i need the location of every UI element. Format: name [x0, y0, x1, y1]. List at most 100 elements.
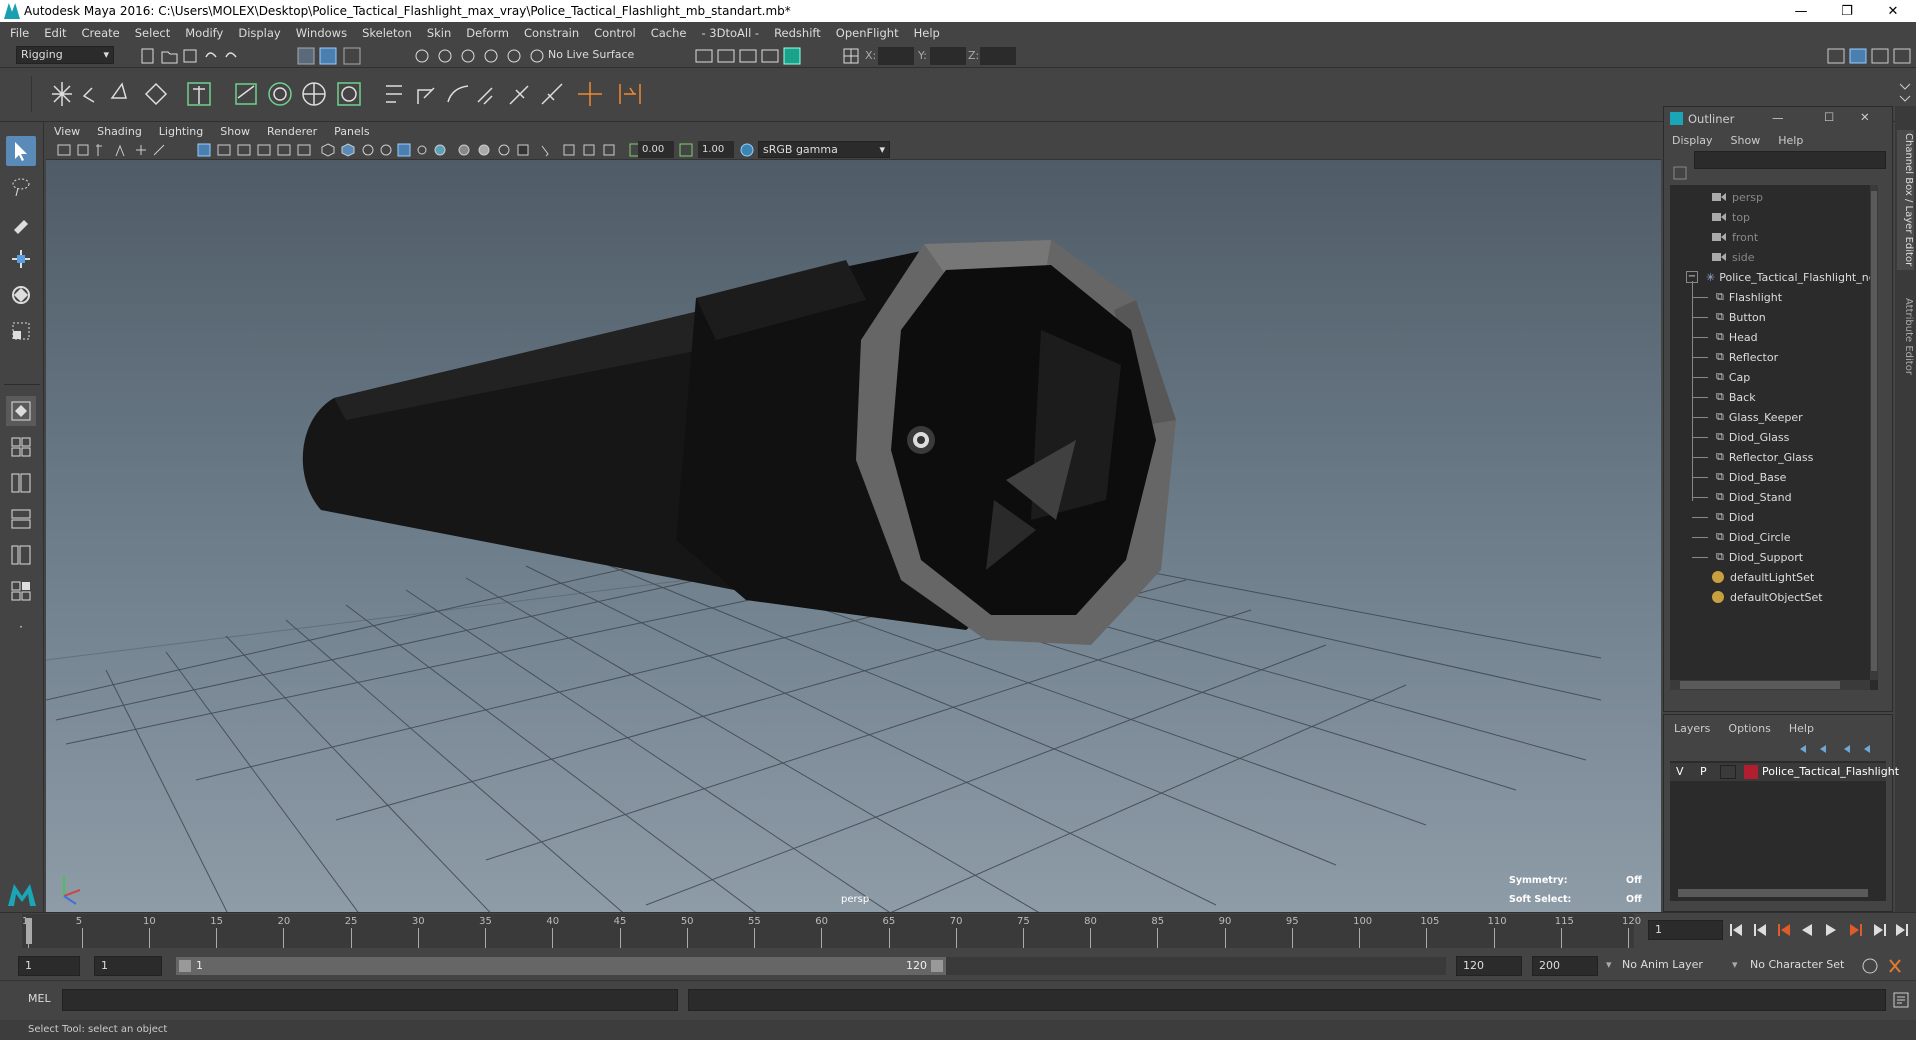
outliner-item-diod[interactable]: ⧉ Diod	[1692, 507, 1754, 527]
panel-menu-view[interactable]: View	[54, 125, 80, 138]
range-start-handle[interactable]	[179, 960, 191, 972]
outliner-item-persp[interactable]: persp	[1712, 187, 1763, 207]
gamma-field[interactable]: 1.00	[698, 141, 734, 158]
outliner-item-head[interactable]: ⧉ Head	[1692, 327, 1758, 347]
menu-skeleton[interactable]: Skeleton	[362, 26, 412, 40]
outliner-item-flashlight[interactable]: ⧉ Flashlight	[1692, 287, 1782, 307]
menu-skin[interactable]: Skin	[427, 26, 451, 40]
uv-editor-layout-button[interactable]	[6, 576, 36, 606]
outliner-item-diod-support[interactable]: ⧉ Diod_Support	[1692, 547, 1803, 567]
selection-mode-icons[interactable]	[296, 46, 371, 66]
transform-input-icon[interactable]	[842, 47, 860, 65]
snap-tools-icons[interactable]	[412, 46, 547, 66]
minimize-button[interactable]: —	[1778, 0, 1824, 22]
menu-control[interactable]: Control	[594, 26, 636, 40]
layer-menu-options[interactable]: Options	[1728, 722, 1770, 735]
character-set-dropdown[interactable]: No Character Set	[1750, 958, 1860, 971]
attribute-editor-tab[interactable]: Attribute Editor	[1897, 286, 1914, 386]
rigging-shelf-icons[interactable]	[48, 78, 688, 110]
y-input[interactable]	[930, 47, 966, 65]
layer-playback-toggle[interactable]: P	[1700, 765, 1707, 778]
outliner-item-group[interactable]: − ✳ Police_Tactical_Flashlight_ncl	[1686, 267, 1878, 287]
outliner-item-diod-circle[interactable]: ⧉ Diod_Circle	[1692, 527, 1791, 547]
outliner-item-diod-stand[interactable]: ⧉ Diod_Stand	[1692, 487, 1792, 507]
outliner-menu-show[interactable]: Show	[1731, 134, 1761, 147]
outliner-item-default-light-set[interactable]: defaultLightSet	[1712, 567, 1814, 587]
scale-tool-button[interactable]	[6, 316, 36, 346]
layer-horizontal-scrollbar[interactable]	[1678, 889, 1868, 897]
menu-set-dropdown[interactable]: Rigging ▾	[16, 46, 114, 64]
outliner-item-front[interactable]: front	[1712, 227, 1758, 247]
layer-list[interactable]: V P Police_Tactical_Flashlight	[1670, 761, 1899, 901]
menu-cache[interactable]: Cache	[651, 26, 687, 40]
menu-openflight[interactable]: OpenFlight	[836, 26, 899, 40]
script-editor-icon[interactable]	[1892, 991, 1910, 1009]
range-options-icons[interactable]	[1860, 956, 1910, 976]
current-time-marker[interactable]	[26, 918, 32, 944]
close-button[interactable]: ✕	[1870, 0, 1916, 22]
outliner-item-reflector[interactable]: ⧉ Reflector	[1692, 347, 1778, 367]
outliner-horizontal-scrollbar[interactable]	[1670, 680, 1870, 690]
shelf-tabs-handle[interactable]	[18, 76, 32, 112]
live-surface-field[interactable]: No Live Surface	[548, 48, 640, 64]
outliner-item-cap[interactable]: ⧉ Cap	[1692, 367, 1750, 387]
layer-name[interactable]: Police_Tactical_Flashlight	[1762, 765, 1899, 778]
channel-box-tab[interactable]: Channel Box / Layer Editor	[1897, 130, 1914, 270]
outliner-filter-icon[interactable]	[1672, 165, 1688, 181]
layer-visibility-toggle[interactable]: V	[1676, 765, 1684, 778]
toolbox-more-button[interactable]: ·	[6, 612, 36, 642]
single-perspective-layout-button[interactable]	[6, 396, 36, 426]
outliner-item-top[interactable]: top	[1712, 207, 1750, 227]
scrollbar-thumb[interactable]	[1680, 681, 1840, 689]
panel-menu-panels[interactable]: Panels	[334, 125, 369, 138]
playback-controls[interactable]	[1726, 920, 1914, 940]
maximize-button[interactable]: ❐	[1824, 0, 1870, 22]
outliner-item-button[interactable]: ⧉ Button	[1692, 307, 1766, 327]
layer-menu-layers[interactable]: Layers	[1674, 722, 1710, 735]
lasso-tool-button[interactable]	[6, 172, 36, 202]
panel-menu-shading[interactable]: Shading	[97, 125, 142, 138]
outliner-item-diod-glass[interactable]: ⧉ Diod_Glass	[1692, 427, 1789, 447]
command-input[interactable]	[62, 989, 678, 1011]
outliner-item-side[interactable]: side	[1712, 247, 1755, 267]
animation-start-field[interactable]: 1	[18, 956, 80, 976]
range-bar[interactable]: 1 120	[176, 957, 946, 975]
playback-start-field[interactable]: 1	[94, 956, 162, 976]
outliner-maximize-button[interactable]: ☐	[1824, 110, 1834, 124]
rotate-tool-button[interactable]	[6, 280, 36, 310]
outliner-item-back[interactable]: ⧉ Back	[1692, 387, 1756, 407]
menu-file[interactable]: File	[10, 26, 29, 40]
color-management-icon[interactable]	[739, 142, 755, 158]
x-input[interactable]	[878, 47, 914, 65]
outliner-item-reflector-glass[interactable]: ⧉ Reflector_Glass	[1692, 447, 1813, 467]
command-language-label[interactable]: MEL	[28, 992, 51, 1005]
playback-end-field[interactable]: 120	[1456, 956, 1522, 976]
layer-row[interactable]: V P Police_Tactical_Flashlight	[1670, 763, 1899, 781]
menu-3dtoall[interactable]: - 3DtoAll -	[701, 26, 759, 40]
menu-windows[interactable]: Windows	[296, 26, 347, 40]
outliner-tree[interactable]: persp top front side − ✳ Police_Tactical…	[1670, 185, 1878, 690]
outliner-menu-display[interactable]: Display	[1672, 134, 1713, 147]
menu-deform[interactable]: Deform	[466, 26, 509, 40]
panel-menu-lighting[interactable]: Lighting	[159, 125, 203, 138]
layer-type-toggle[interactable]	[1720, 765, 1736, 779]
current-frame-field[interactable]: 1	[1648, 920, 1723, 940]
color-space-dropdown[interactable]: sRGB gamma ▾	[758, 141, 890, 158]
outliner-item-default-object-set[interactable]: defaultObjectSet	[1712, 587, 1823, 607]
outliner-item-diod-base[interactable]: ⧉ Diod_Base	[1692, 467, 1786, 487]
menu-help[interactable]: Help	[914, 26, 940, 40]
menu-modify[interactable]: Modify	[185, 26, 223, 40]
scrollbar-thumb[interactable]	[1871, 191, 1877, 671]
gamma-toggle-icon[interactable]	[678, 142, 694, 158]
menu-create[interactable]: Create	[82, 26, 120, 40]
perspective-viewport[interactable]: persp Symmetry: Off Soft Select: Off	[46, 160, 1661, 912]
outliner-menu-help[interactable]: Help	[1778, 134, 1803, 147]
range-end-handle[interactable]	[931, 960, 943, 972]
layer-color-swatch[interactable]	[1744, 765, 1758, 779]
persp-outliner-layout-button[interactable]	[6, 468, 36, 498]
four-view-layout-button[interactable]	[6, 432, 36, 462]
layer-action-icons[interactable]	[1794, 741, 1884, 757]
select-tool-button[interactable]	[6, 136, 36, 166]
panel-menu-renderer[interactable]: Renderer	[267, 125, 317, 138]
menu-display[interactable]: Display	[238, 26, 280, 40]
